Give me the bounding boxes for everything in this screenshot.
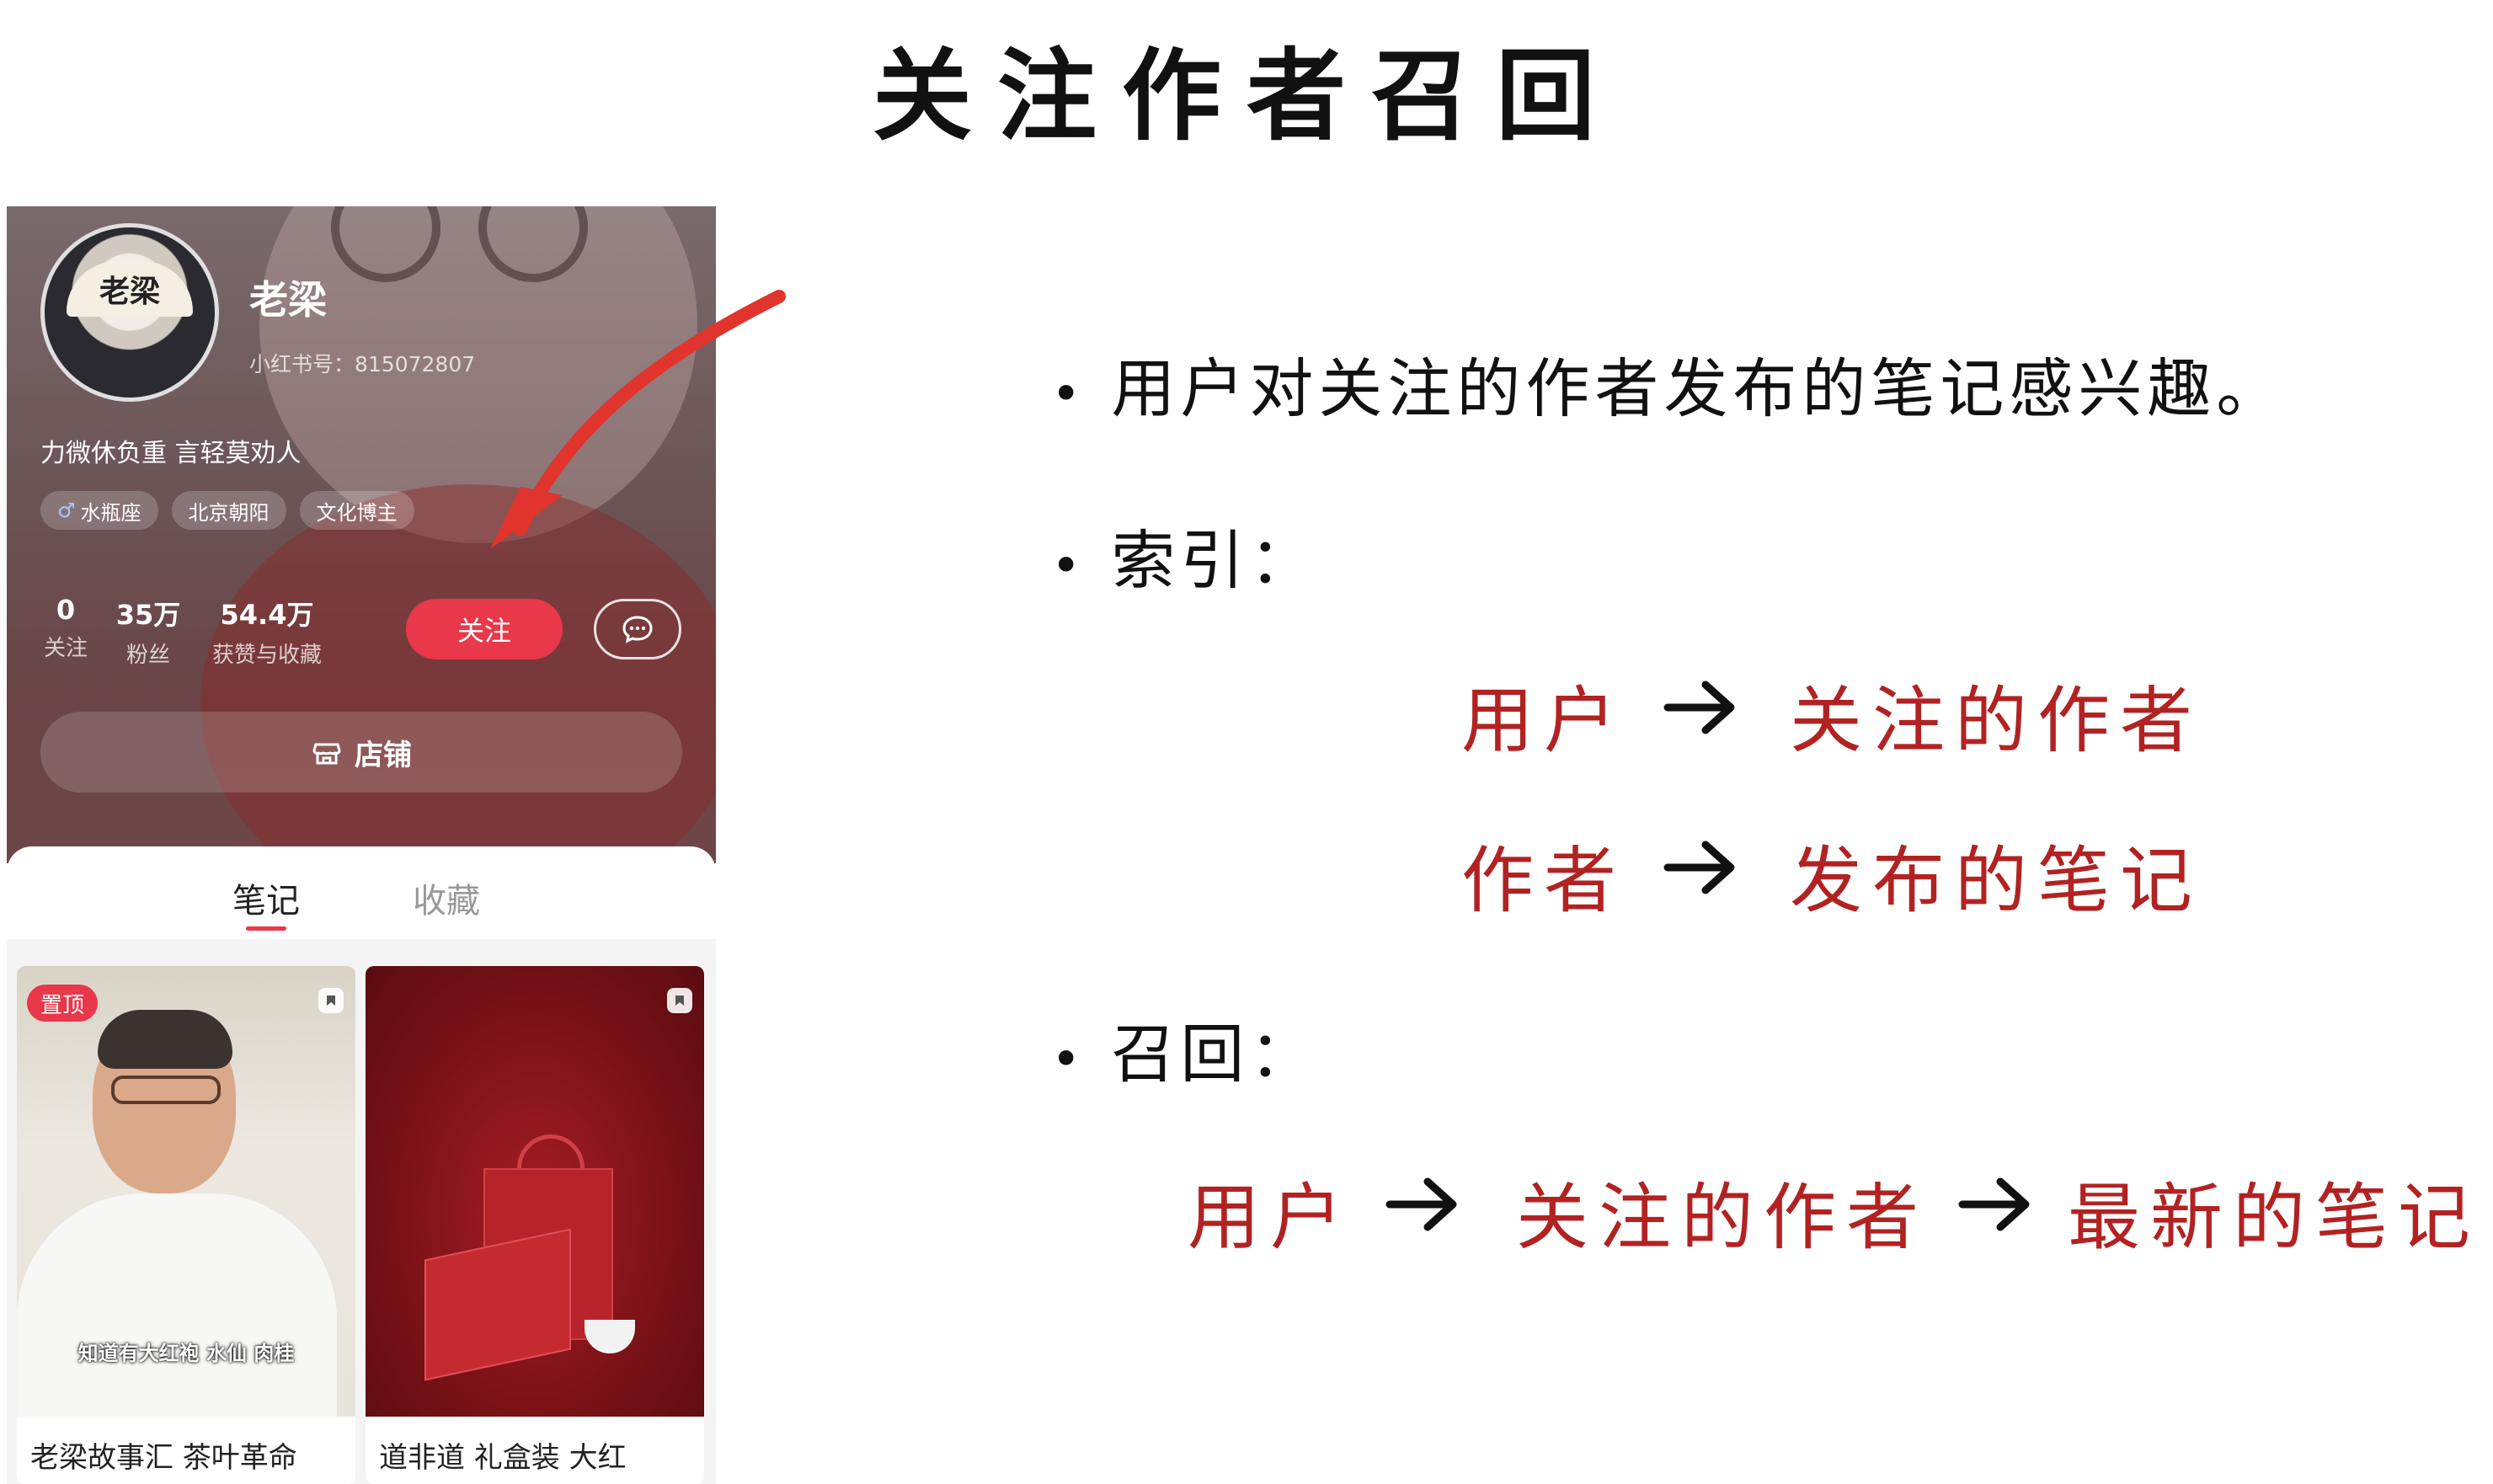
tab-notes[interactable]: 笔记: [232, 873, 300, 922]
cover-caption: 知道有大红袍 水仙 肉桂: [77, 1342, 295, 1365]
right-arrow-icon: [1663, 681, 1735, 734]
bullet-dot: •: [1051, 1030, 1086, 1089]
follow-button[interactable]: 关注: [406, 599, 563, 659]
cover-person-glasses: [111, 1076, 221, 1104]
bullet-dot: •: [1051, 536, 1086, 595]
pinned-badge: 置顶: [27, 985, 99, 1022]
bio: 力微休负重 言轻莫劝人: [40, 439, 302, 468]
cover-teacup: [585, 1320, 635, 1353]
bullet-dot: •: [1051, 365, 1086, 424]
slide-title: 关注作者召回: [872, 37, 1620, 154]
note-title: 道非道 礼盒装 大红: [379, 1441, 627, 1475]
note-card[interactable]: 道非道 礼盒装 大红: [366, 966, 704, 1484]
recall-step-user: 用户: [1188, 1176, 1353, 1260]
annotation-arrow-icon: [490, 290, 786, 549]
stat-fans[interactable]: 35万 粉丝: [106, 594, 190, 669]
tab-collections[interactable]: 收藏: [413, 873, 480, 922]
index-from-user: 用户: [1461, 679, 1626, 763]
avatar[interactable]: 老梁: [40, 223, 219, 402]
profile-tags: ♂ 水瓶座 北京朝阳 文化博主: [40, 491, 414, 530]
stat-label: 粉丝: [125, 643, 170, 668]
right-arrow-icon: [1663, 841, 1735, 894]
tag-label: 水瓶座: [80, 500, 141, 525]
cover-gift-box: [424, 1228, 571, 1381]
bullet-text: 召回：: [1111, 1017, 1319, 1092]
bullet-text: 索引：: [1111, 523, 1319, 598]
bullet-recall: • 召回：: [1051, 1002, 1318, 1095]
index-to-published-notes: 发布的笔记: [1790, 839, 2202, 923]
right-arrow-icon: [1958, 1177, 2030, 1231]
recall-step-followed-author: 关注的作者: [1516, 1176, 1929, 1260]
username: 老梁: [249, 277, 327, 323]
male-icon: ♂: [57, 499, 76, 522]
note-card[interactable]: 知道有大红袍 水仙 肉桂 置顶 老梁故事汇 茶叶革命: [17, 966, 355, 1484]
stat-following[interactable]: 0 关注: [40, 594, 91, 662]
tag-zodiac[interactable]: ♂ 水瓶座: [40, 491, 158, 530]
stat-label: 关注: [43, 636, 88, 661]
cover-person-body: [17, 1193, 337, 1417]
stat-value: 35万: [115, 599, 181, 631]
tag-location[interactable]: 北京朝阳: [171, 491, 286, 530]
active-tab-indicator: [246, 926, 286, 931]
stat-value: 54.4万: [220, 599, 314, 631]
store-label: 店铺: [355, 738, 412, 772]
bullet-index: • 索引：: [1051, 509, 1318, 601]
store-button[interactable]: 店铺: [40, 712, 682, 793]
recall-step-latest-notes: 最新的笔记: [2068, 1176, 2480, 1260]
index-to-followed-author: 关注的作者: [1790, 679, 2202, 763]
index-from-author: 作者: [1461, 839, 1626, 923]
stat-label: 获赞与收藏: [211, 643, 322, 668]
right-arrow-icon: [1385, 1177, 1457, 1231]
avatar-fan-text: 老梁: [67, 261, 193, 317]
tag-label: 北京朝阳: [188, 500, 270, 525]
bullet-interest: • 用户对关注的作者发布的笔记感兴趣。: [1051, 337, 2285, 430]
tag-label: 文化博主: [316, 500, 398, 525]
note-title: 老梁故事汇 茶叶革命: [30, 1441, 297, 1475]
bullet-text: 用户对关注的作者发布的笔记感兴趣。: [1111, 351, 2286, 426]
chat-bubble-icon: [622, 616, 653, 643]
stat-value: 0: [56, 594, 76, 626]
stat-likes[interactable]: 54.4万 获赞与收藏: [195, 594, 339, 669]
bookmark-icon: [318, 988, 344, 1013]
user-id: 小红书号：815072807: [249, 352, 476, 376]
note-cover-image: [366, 966, 704, 1417]
note-cover-image: 知道有大红袍 水仙 肉桂 置顶: [17, 966, 355, 1417]
bookmark-icon: [667, 988, 692, 1013]
store-icon: [312, 743, 341, 765]
content-tab-bar: 笔记 收藏: [7, 846, 716, 939]
cover-person-hair: [98, 1010, 232, 1069]
tag-category[interactable]: 文化博主: [299, 491, 414, 530]
message-button[interactable]: [594, 599, 681, 659]
